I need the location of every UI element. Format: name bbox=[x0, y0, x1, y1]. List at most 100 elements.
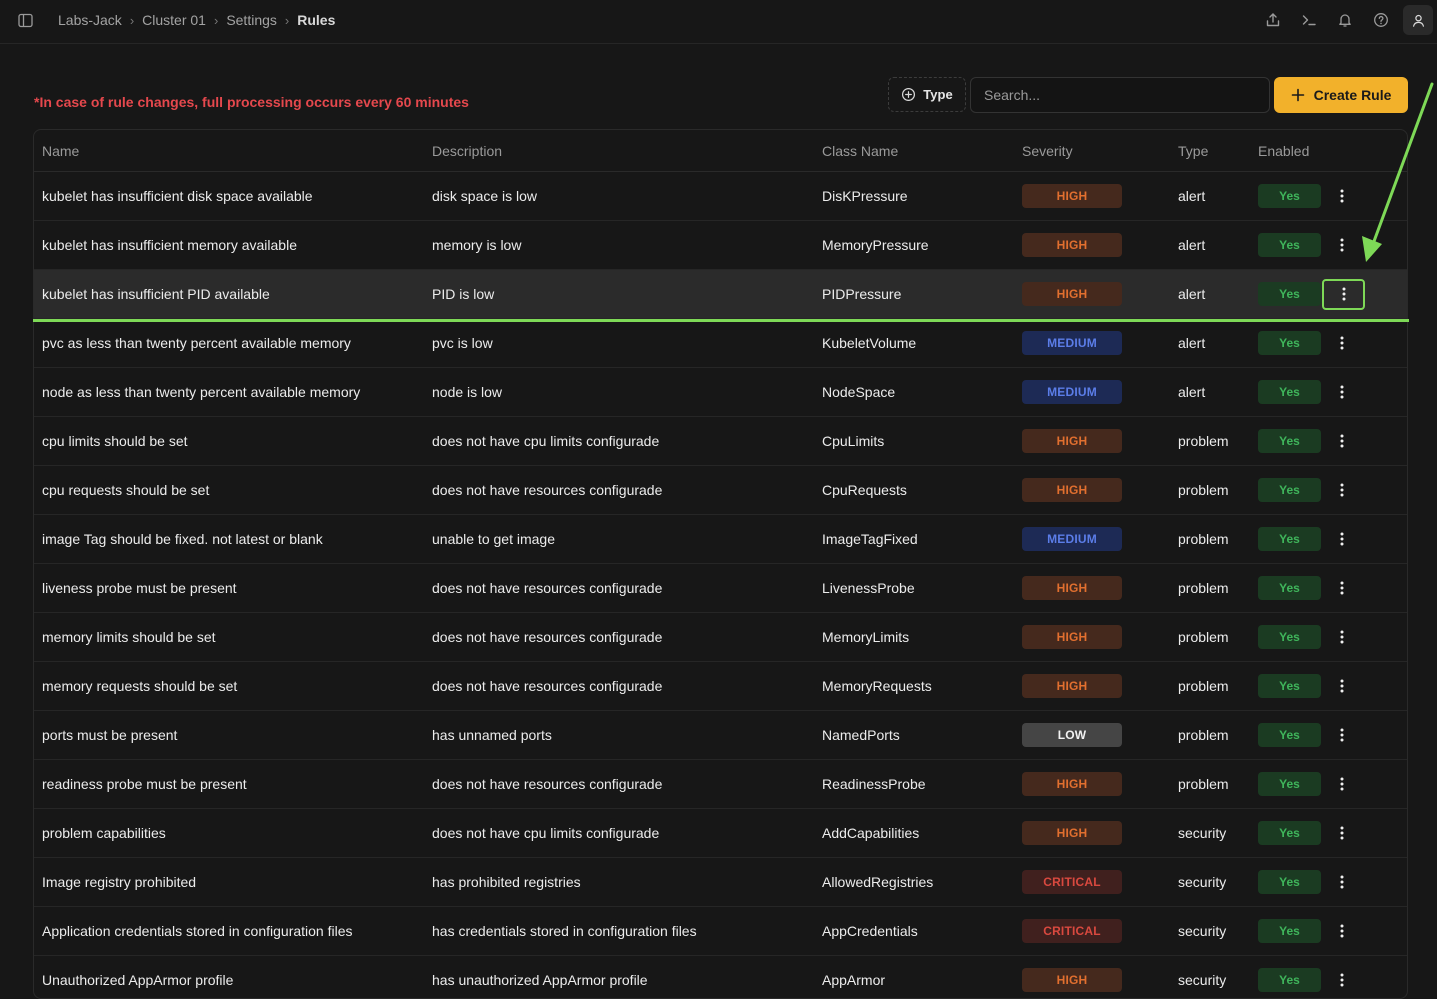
cell-type: security bbox=[1170, 907, 1250, 956]
terminal-icon[interactable] bbox=[1291, 0, 1327, 40]
row-menu-button[interactable] bbox=[1322, 231, 1362, 259]
more-vertical-icon bbox=[1340, 238, 1344, 252]
breadcrumb-item-project[interactable]: Labs-Jack bbox=[58, 12, 122, 28]
row-menu-button[interactable] bbox=[1322, 721, 1362, 749]
row-menu-button[interactable] bbox=[1322, 672, 1362, 700]
severity-badge: MEDIUM bbox=[1022, 331, 1122, 355]
severity-badge: HIGH bbox=[1022, 233, 1122, 257]
column-header-severity[interactable]: Severity bbox=[1014, 130, 1170, 172]
table-row[interactable]: memory requests should be setdoes not ha… bbox=[34, 662, 1408, 711]
bell-icon[interactable] bbox=[1327, 0, 1363, 40]
cell-description: does not have resources configurade bbox=[424, 613, 814, 662]
table-row[interactable]: Image registry prohibitedhas prohibited … bbox=[34, 858, 1408, 907]
cell-enabled: Yes bbox=[1250, 368, 1322, 417]
cell-type: alert bbox=[1170, 368, 1250, 417]
user-avatar-icon[interactable] bbox=[1403, 5, 1433, 35]
column-header-enabled[interactable]: Enabled bbox=[1250, 130, 1322, 172]
cell-severity: HIGH bbox=[1014, 760, 1170, 809]
table-row[interactable]: readiness probe must be presentdoes not … bbox=[34, 760, 1408, 809]
table-row[interactable]: kubelet has insufficient PID availablePI… bbox=[34, 270, 1408, 319]
table-row[interactable]: liveness probe must be presentdoes not h… bbox=[34, 564, 1408, 613]
row-menu-button[interactable] bbox=[1322, 476, 1362, 504]
cell-name: image Tag should be fixed. not latest or… bbox=[34, 515, 424, 564]
row-menu-button[interactable] bbox=[1322, 329, 1362, 357]
cell-enabled: Yes bbox=[1250, 662, 1322, 711]
severity-badge: HIGH bbox=[1022, 625, 1122, 649]
table-row[interactable]: cpu limits should be setdoes not have cp… bbox=[34, 417, 1408, 466]
row-menu-button[interactable] bbox=[1322, 868, 1362, 896]
cell-severity: HIGH bbox=[1014, 809, 1170, 858]
row-menu-button[interactable] bbox=[1322, 966, 1362, 994]
column-header-actions bbox=[1322, 130, 1408, 172]
row-menu-button[interactable] bbox=[1322, 770, 1362, 798]
table-row[interactable]: node as less than twenty percent availab… bbox=[34, 368, 1408, 417]
row-menu-button[interactable] bbox=[1322, 378, 1362, 406]
cell-type: problem bbox=[1170, 760, 1250, 809]
row-menu-button[interactable] bbox=[1322, 917, 1362, 945]
column-header-name[interactable]: Name bbox=[34, 130, 424, 172]
annotation-underline bbox=[33, 319, 1409, 322]
enabled-badge: Yes bbox=[1258, 282, 1321, 306]
row-menu-button[interactable] bbox=[1322, 819, 1362, 847]
severity-badge: LOW bbox=[1022, 723, 1122, 747]
breadcrumb-item-cluster[interactable]: Cluster 01 bbox=[142, 12, 206, 28]
cell-name: ports must be present bbox=[34, 711, 424, 760]
table-row[interactable]: pvc as less than twenty percent availabl… bbox=[34, 319, 1408, 368]
cell-class-name: NodeSpace bbox=[814, 368, 1014, 417]
cell-actions bbox=[1322, 466, 1408, 515]
cell-type: alert bbox=[1170, 172, 1250, 221]
column-header-class-name[interactable]: Class Name bbox=[814, 130, 1014, 172]
table-row[interactable]: ports must be presenthas unnamed portsNa… bbox=[34, 711, 1408, 760]
cell-class-name: AppArmor bbox=[814, 956, 1014, 999]
cell-name: node as less than twenty percent availab… bbox=[34, 368, 424, 417]
column-header-description[interactable]: Description bbox=[424, 130, 814, 172]
cell-description: does not have cpu limits configurade bbox=[424, 809, 814, 858]
cell-description: has unnamed ports bbox=[424, 711, 814, 760]
cell-severity: HIGH bbox=[1014, 466, 1170, 515]
sidebar-toggle-icon[interactable] bbox=[17, 12, 34, 29]
table-row[interactable]: cpu requests should be setdoes not have … bbox=[34, 466, 1408, 515]
row-menu-button[interactable] bbox=[1322, 525, 1362, 553]
column-header-type[interactable]: Type bbox=[1170, 130, 1250, 172]
search-input[interactable] bbox=[970, 77, 1270, 113]
severity-badge: HIGH bbox=[1022, 674, 1122, 698]
enabled-badge: Yes bbox=[1258, 772, 1321, 796]
breadcrumb-item-settings[interactable]: Settings bbox=[226, 12, 277, 28]
cell-enabled: Yes bbox=[1250, 809, 1322, 858]
cell-enabled: Yes bbox=[1250, 907, 1322, 956]
row-menu-button[interactable] bbox=[1322, 427, 1362, 455]
row-menu-button[interactable] bbox=[1322, 182, 1362, 210]
table-row[interactable]: memory limits should be setdoes not have… bbox=[34, 613, 1408, 662]
cell-enabled: Yes bbox=[1250, 711, 1322, 760]
table-row[interactable]: image Tag should be fixed. not latest or… bbox=[34, 515, 1408, 564]
table-row[interactable]: problem capabilitiesdoes not have cpu li… bbox=[34, 809, 1408, 858]
cell-description: node is low bbox=[424, 368, 814, 417]
upload-icon[interactable] bbox=[1255, 0, 1291, 40]
cell-class-name: NamedPorts bbox=[814, 711, 1014, 760]
table-row[interactable]: kubelet has insufficient disk space avai… bbox=[34, 172, 1408, 221]
table-row[interactable]: Application credentials stored in config… bbox=[34, 907, 1408, 956]
more-vertical-icon bbox=[1340, 336, 1344, 350]
cell-name: kubelet has insufficient PID available bbox=[34, 270, 424, 319]
cell-enabled: Yes bbox=[1250, 319, 1322, 368]
type-filter-label: Type bbox=[923, 87, 952, 102]
cell-severity: LOW bbox=[1014, 711, 1170, 760]
row-menu-button[interactable] bbox=[1322, 574, 1362, 602]
cell-type: security bbox=[1170, 956, 1250, 999]
type-filter-button[interactable]: Type bbox=[888, 77, 966, 112]
more-vertical-icon bbox=[1340, 924, 1344, 938]
severity-badge: HIGH bbox=[1022, 576, 1122, 600]
cell-type: alert bbox=[1170, 221, 1250, 270]
enabled-badge: Yes bbox=[1258, 625, 1321, 649]
row-menu-button[interactable] bbox=[1322, 623, 1362, 651]
cell-enabled: Yes bbox=[1250, 417, 1322, 466]
help-icon[interactable] bbox=[1363, 0, 1399, 40]
cell-type: problem bbox=[1170, 417, 1250, 466]
row-menu-button[interactable] bbox=[1322, 279, 1365, 310]
enabled-badge: Yes bbox=[1258, 233, 1321, 257]
create-rule-button[interactable]: Create Rule bbox=[1274, 77, 1408, 113]
table-row[interactable]: Unauthorized AppArmor profilehas unautho… bbox=[34, 956, 1408, 999]
table-row[interactable]: kubelet has insufficient memory availabl… bbox=[34, 221, 1408, 270]
cell-severity: HIGH bbox=[1014, 956, 1170, 999]
cell-description: disk space is low bbox=[424, 172, 814, 221]
